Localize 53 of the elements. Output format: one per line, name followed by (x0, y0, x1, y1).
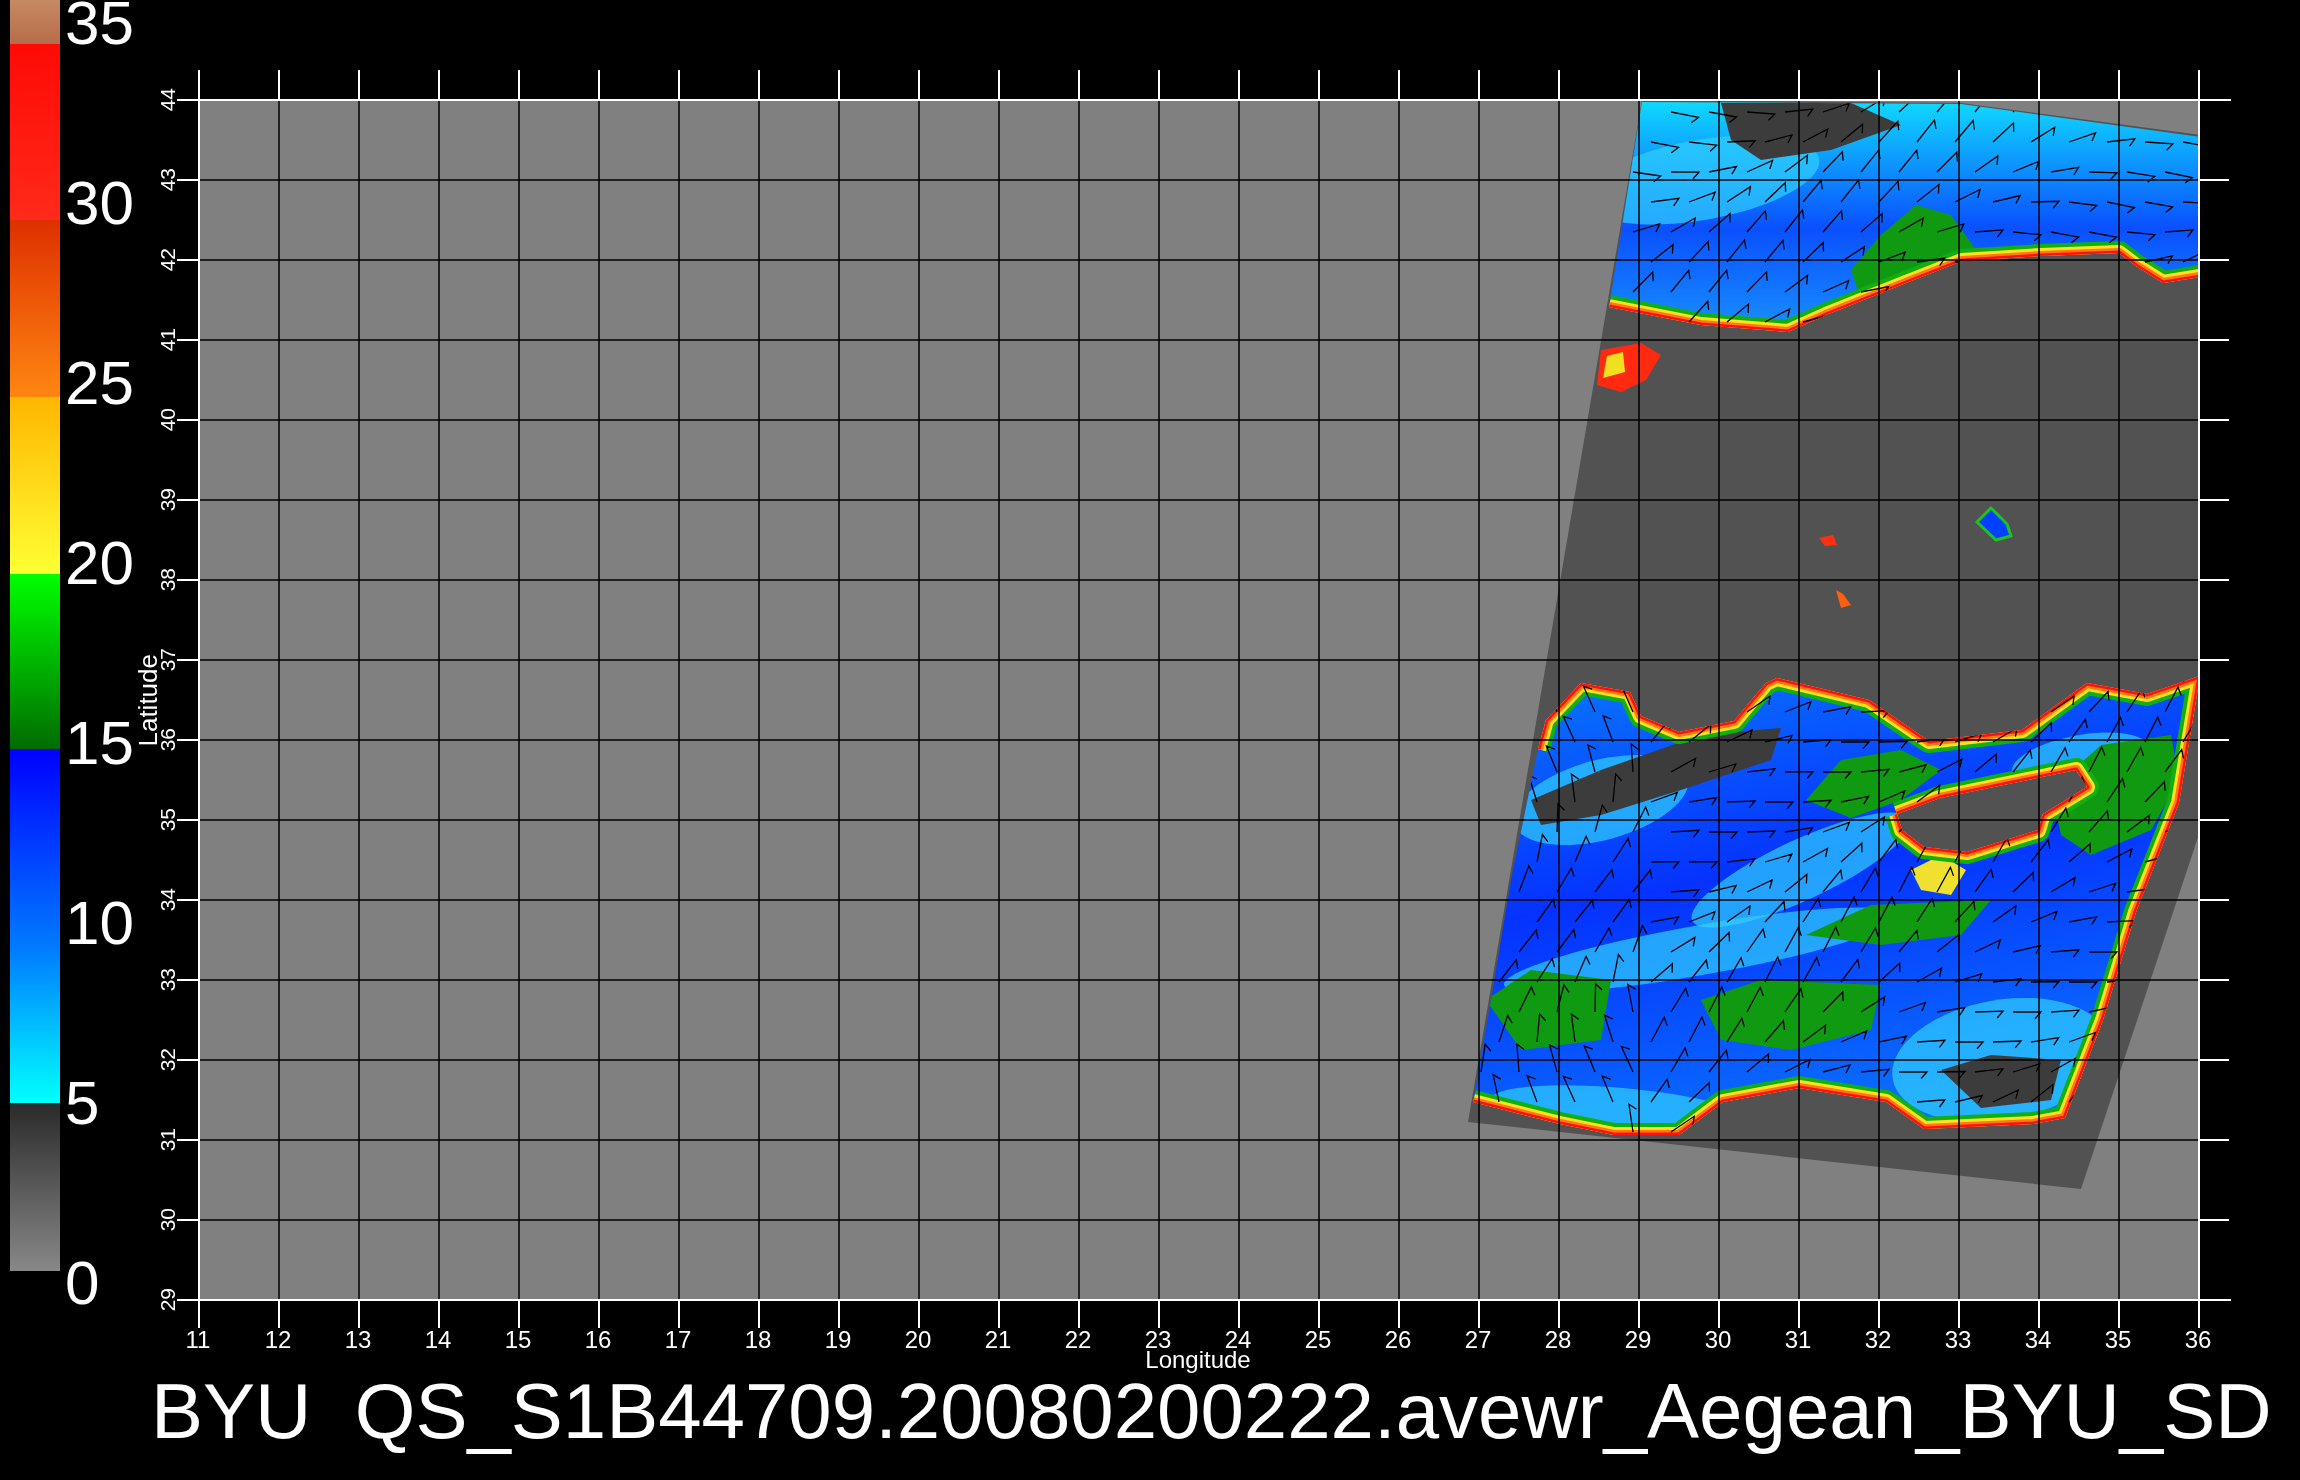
y-tick-label: 41 (159, 328, 177, 352)
y-tick-label: 42 (159, 248, 177, 272)
y-tick-label: 43 (159, 168, 177, 192)
x-tick-label: 11 (185, 1330, 211, 1350)
colorbar-label: 5 (65, 1080, 100, 1126)
x-tick-label: 26 (1384, 1330, 1412, 1350)
x-tick-label: 21 (984, 1330, 1012, 1350)
y-tick-label: 36 (159, 728, 177, 752)
y-tick-label: 30 (159, 1208, 177, 1232)
x-tick-label: 29 (1624, 1330, 1652, 1350)
x-tick-label: 30 (1704, 1330, 1732, 1350)
y-tick-label: 39 (159, 488, 177, 512)
x-tick-label: 25 (1304, 1330, 1332, 1350)
y-tick-label: 32 (159, 1048, 177, 1072)
colorbar-label: 30 (65, 180, 134, 226)
x-tick-label: 14 (424, 1330, 452, 1350)
x-tick-label: 13 (344, 1330, 372, 1350)
x-tick-label: 24 (1224, 1330, 1252, 1350)
colorbar-label: 35 (65, 0, 134, 46)
colorbar-label: 0 (65, 1260, 100, 1306)
x-tick-label: 20 (904, 1330, 932, 1350)
x-tick-label: 31 (1784, 1330, 1812, 1350)
x-tick-label: 16 (584, 1330, 612, 1350)
x-tick-label: 36 (2184, 1330, 2212, 1350)
x-tick-label: 32 (1864, 1330, 1892, 1350)
x-tick-label: 35 (2104, 1330, 2132, 1350)
x-axis-title: Longitude (1145, 1350, 1251, 1375)
x-tick-label: 33 (1944, 1330, 1972, 1350)
x-tick-label: 22 (1064, 1330, 1092, 1350)
y-tick-label: 40 (159, 408, 177, 432)
x-tick-label: 17 (664, 1330, 692, 1350)
x-tick-label: 23 (1144, 1330, 1172, 1350)
x-tick-label: 19 (824, 1330, 852, 1350)
x-tick-label: 27 (1464, 1330, 1492, 1350)
y-tick-label: 29 (159, 1288, 177, 1312)
colorbar-label: 25 (65, 360, 134, 406)
colorbar-label: 10 (65, 900, 134, 946)
y-tick-label: 35 (159, 808, 177, 832)
y-tick-label: 33 (159, 968, 177, 992)
x-tick-label: 34 (2024, 1330, 2052, 1350)
y-tick-label: 38 (159, 568, 177, 592)
y-tick-label: 37 (159, 648, 177, 672)
x-tick-label: 18 (744, 1330, 772, 1350)
colorbar-label: 15 (65, 720, 134, 766)
x-tick-label: 28 (1544, 1330, 1572, 1350)
colorbar-label: 20 (65, 540, 134, 586)
y-axis-title: Latitude (137, 653, 159, 747)
x-tick-label: 12 (264, 1330, 292, 1350)
x-tick-label: 15 (504, 1330, 532, 1350)
y-tick-label: 34 (159, 888, 177, 912)
y-tick-label: 31 (159, 1128, 177, 1152)
y-tick-label: 44 (159, 88, 177, 112)
plot-title: BYU QS_S1B44709.20080200222.avewr_Aegean_BYU_SD (151, 1376, 2272, 1457)
